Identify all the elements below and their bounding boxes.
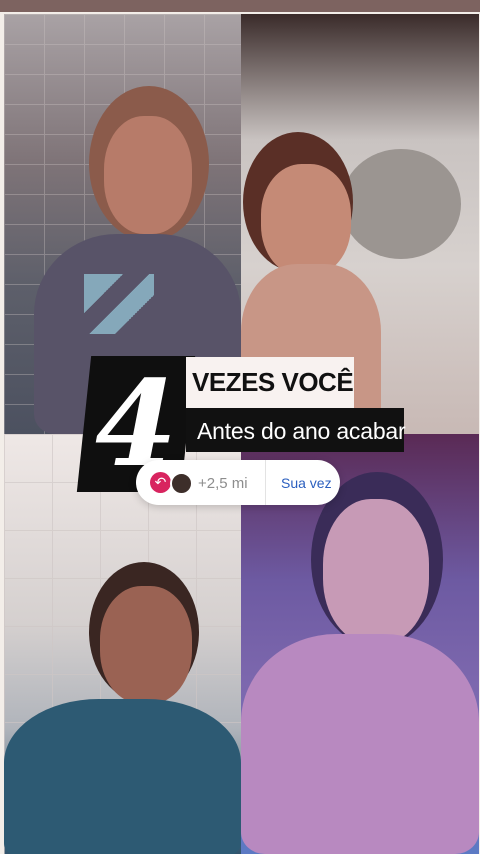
sticker-subtitle: Antes do ano acabar [197, 418, 406, 444]
add-yours-pill[interactable]: ↶ +2,5 mi Sua vez [136, 460, 340, 505]
face-shape [104, 116, 192, 234]
face-shape [323, 499, 429, 644]
pill-divider [265, 460, 266, 505]
participant-avatar [170, 472, 193, 495]
shirt-shape [4, 699, 241, 854]
face-shape [261, 164, 351, 276]
shirt-logo-shape [84, 274, 154, 334]
story-top-bar [0, 0, 480, 12]
torso-shape [241, 634, 479, 854]
reply-arrow-icon: ↶ [150, 472, 171, 493]
your-turn-button[interactable]: Sua vez [281, 475, 332, 491]
cement-pile-shape [341, 149, 461, 259]
sticker-title: VEZES VOCÊ [192, 367, 354, 397]
face-shape [100, 586, 192, 704]
participants-count: +2,5 mi [198, 475, 248, 492]
